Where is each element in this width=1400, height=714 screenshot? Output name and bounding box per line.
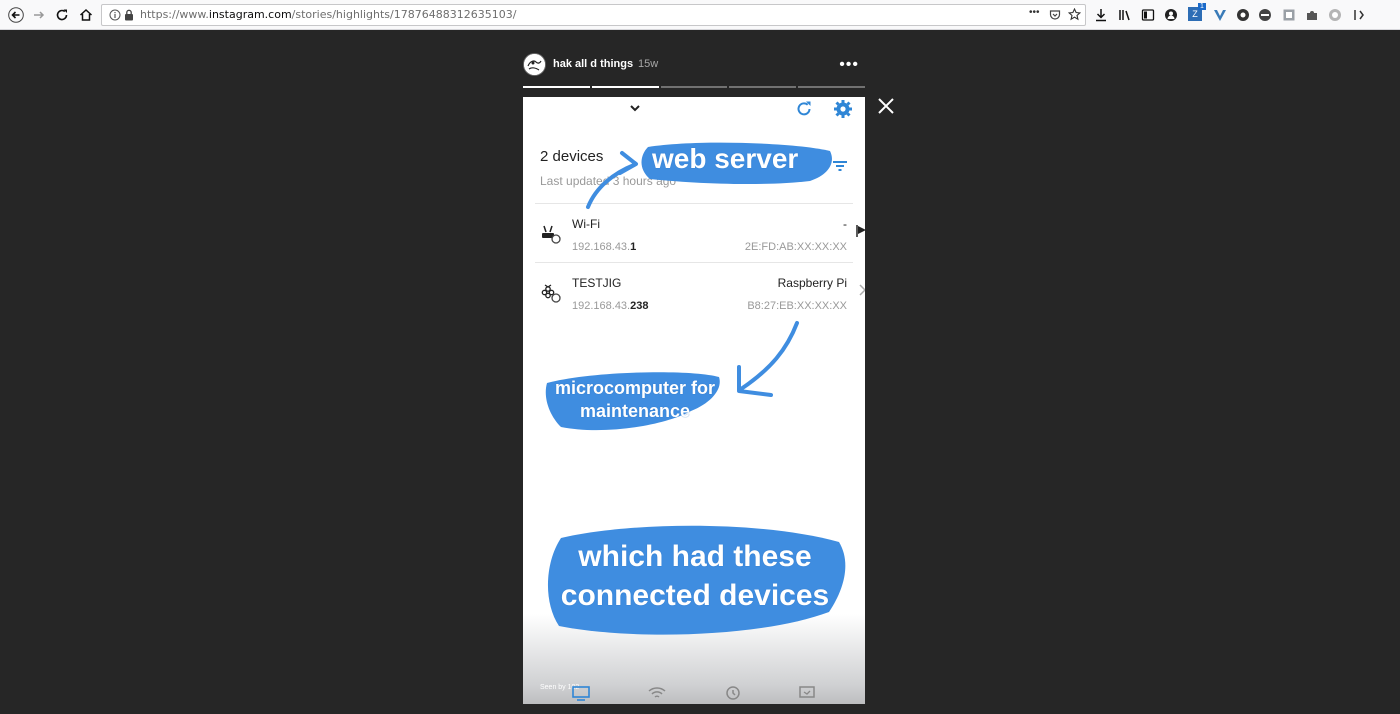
story-content[interactable]: 2 devices Last updated 3 hours ago Wi-Fi… xyxy=(523,97,865,704)
reload-icon xyxy=(56,9,68,21)
info-icon[interactable] xyxy=(109,9,121,21)
story-progress-segment xyxy=(729,86,797,88)
forward-button[interactable] xyxy=(28,4,50,26)
close-icon[interactable] xyxy=(877,97,895,115)
device-mac: 2E:FD:AB:XX:XX:XX xyxy=(744,241,847,253)
chevron-right-icon[interactable] xyxy=(857,283,865,297)
reload-button[interactable] xyxy=(51,4,73,26)
pocket-icon[interactable] xyxy=(1049,9,1061,21)
microcomputer-caption: microcomputer for maintenance xyxy=(547,377,723,423)
microcomputer-caption-line2: maintenance xyxy=(579,401,691,421)
wifi-tab-icon[interactable] xyxy=(647,685,667,701)
device-row-testjig[interactable]: TESTJIG 192.168.43.238 Raspberry Pi B8:2… xyxy=(535,262,865,321)
vue-devtools-icon[interactable] xyxy=(1213,8,1227,22)
refresh-icon[interactable] xyxy=(795,100,813,118)
flag-icon[interactable] xyxy=(855,224,865,238)
extension-badge-count: 1 xyxy=(1198,3,1206,10)
story-header: hak all d things 15w ••• xyxy=(523,50,865,90)
extension-circle-icon[interactable] xyxy=(1236,8,1250,22)
puzzle-icon[interactable] xyxy=(1305,8,1319,22)
history-tab-icon[interactable] xyxy=(722,685,742,701)
connected-devices-caption-line2: connected devices xyxy=(560,579,830,612)
download-icon[interactable] xyxy=(1094,8,1108,22)
device-type: - xyxy=(843,217,847,231)
url-text: https://www.instagram.com/stories/highli… xyxy=(140,8,517,21)
abp-icon[interactable] xyxy=(1258,8,1272,22)
forward-arrow-icon xyxy=(34,11,45,19)
story-progress-segment xyxy=(798,86,865,88)
library-icon[interactable] xyxy=(1118,8,1132,22)
avatar[interactable] xyxy=(523,53,546,76)
web-server-caption: web server xyxy=(652,143,799,174)
device-name: Wi-Fi xyxy=(572,217,600,231)
back-button[interactable] xyxy=(5,4,27,26)
device-ip: 192.168.43.1 xyxy=(572,241,637,253)
extension-menu-icon[interactable] xyxy=(1352,8,1366,22)
device-ip: 192.168.43.238 xyxy=(572,300,649,312)
devices-tab-icon[interactable] xyxy=(571,685,591,701)
avatar-image-icon xyxy=(524,54,545,75)
settings-gear-icon[interactable] xyxy=(833,99,853,119)
story-progress-segment xyxy=(523,86,590,88)
device-name: TESTJIG xyxy=(572,276,622,290)
more-options-icon[interactable]: ••• xyxy=(839,56,859,74)
connected-devices-caption: which had these connected devices xyxy=(539,537,851,615)
back-arrow-icon xyxy=(8,7,24,23)
url-bar[interactable]: https://www.instagram.com/stories/highli… xyxy=(101,4,1086,26)
story-progress-segment xyxy=(591,86,659,88)
browser-toolbar: https://www.instagram.com/stories/highli… xyxy=(0,0,1400,30)
story-timestamp: 15w xyxy=(638,58,659,70)
connected-devices-caption-line1: which had these xyxy=(578,540,812,573)
microcomputer-caption-line1: microcomputer for xyxy=(554,378,716,398)
extension-square-icon[interactable] xyxy=(1282,8,1296,22)
story-progress-bar xyxy=(523,86,865,88)
device-type: Raspberry Pi xyxy=(777,276,847,290)
story-username[interactable]: hak all d things xyxy=(553,58,633,70)
home-icon xyxy=(79,8,93,21)
extension-globe-icon[interactable] xyxy=(1328,8,1342,22)
bookmark-star-icon[interactable] xyxy=(1068,8,1081,21)
router-icon xyxy=(542,225,561,244)
network-tab-icon[interactable] xyxy=(797,685,817,701)
device-mac: B8:27:EB:XX:XX:XX xyxy=(747,300,847,312)
chevron-down-icon[interactable] xyxy=(629,103,641,113)
home-button[interactable] xyxy=(75,4,97,26)
story-progress-segment xyxy=(660,86,728,88)
raspberry-pi-icon xyxy=(541,284,561,303)
account-icon[interactable] xyxy=(1164,8,1178,22)
lock-icon xyxy=(125,9,133,21)
page-actions-icon[interactable]: ••• xyxy=(1029,7,1040,18)
sidebar-icon[interactable] xyxy=(1141,8,1155,22)
